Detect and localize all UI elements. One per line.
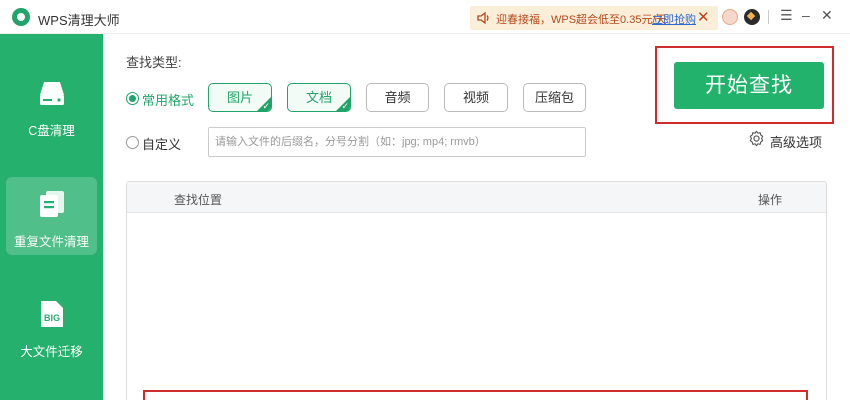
highlight-box-bottom [143, 390, 808, 400]
sidebar-item-label: 重复文件清理 [13, 235, 89, 249]
format-chip-audio[interactable]: 音频 [366, 83, 429, 112]
sidebar-item-c-drive-clean[interactable]: C盘清理 [6, 68, 97, 146]
duplicate-file-icon [40, 191, 64, 217]
disk-icon [40, 82, 64, 105]
format-chip-image[interactable]: 图片 ✓ [208, 83, 272, 112]
format-chip-label: 图片 [226, 90, 253, 105]
sidebar-item-label: 大文件迁移 [20, 345, 83, 359]
speaker-icon [477, 11, 489, 25]
gear-icon [749, 130, 764, 147]
sidebar: C盘清理 重复文件清理 BIG 大文件迁移 [0, 34, 103, 400]
custom-extension-input[interactable] [208, 127, 586, 157]
format-chip-label: 压缩包 [534, 90, 574, 105]
custom-format-radio[interactable] [126, 136, 139, 149]
format-chip-label: 文档 [305, 90, 332, 105]
format-chip-label: 视频 [462, 90, 489, 105]
search-location-table: 查找位置 操作 [126, 181, 827, 400]
app-title: WPS清理大师 [38, 13, 120, 28]
column-header-action: 操作 [758, 193, 783, 207]
title-bar: WPS清理大师 迎春接福，WPS超会低至0.35元/天 立即抢购 ✕ ☰ – ✕ [0, 0, 850, 34]
format-chip-video[interactable]: 视频 [444, 83, 508, 112]
big-file-icon-text: BIG [44, 313, 60, 323]
checkmark-icon: ✓ [341, 101, 349, 111]
user-avatar-icon[interactable] [722, 9, 738, 25]
format-chip-document[interactable]: 文档 ✓ [287, 83, 351, 112]
format-chip-archive[interactable]: 压缩包 [523, 83, 586, 112]
promo-buy-link[interactable]: 立即抢购 [652, 11, 696, 27]
big-file-icon: BIG [41, 301, 63, 327]
custom-format-label[interactable]: 自定义 [142, 134, 181, 153]
promo-close-icon[interactable]: ✕ [697, 8, 710, 26]
promo-banner[interactable]: 迎春接福，WPS超会低至0.35元/天 立即抢购 ✕ [470, 6, 718, 30]
table-header: 查找位置 操作 [127, 182, 826, 213]
sidebar-item-big-file-move[interactable]: BIG 大文件迁移 [6, 289, 97, 367]
app-logo-icon [12, 8, 30, 26]
highlight-box-start-button [655, 46, 834, 124]
column-header-location: 查找位置 [174, 193, 223, 207]
checkmark-icon: ✓ [262, 101, 270, 111]
menu-icon[interactable]: ☰ [780, 7, 793, 24]
common-format-label[interactable]: 常用格式 [142, 90, 194, 109]
sidebar-item-label: C盘清理 [28, 124, 75, 138]
title-divider [768, 10, 769, 24]
close-icon[interactable]: ✕ [821, 7, 833, 24]
minimize-icon[interactable]: – [802, 7, 810, 23]
advanced-options-label: 高级选项 [770, 135, 823, 150]
search-type-label: 查找类型: [126, 55, 182, 70]
vip-badge-icon[interactable] [744, 9, 760, 25]
common-format-radio[interactable] [126, 92, 139, 105]
promo-text: 迎春接福，WPS超会低至0.35元/天 [496, 14, 667, 26]
sidebar-item-duplicate-clean[interactable]: 重复文件清理 [6, 177, 97, 255]
format-chip-label: 音频 [384, 90, 411, 105]
